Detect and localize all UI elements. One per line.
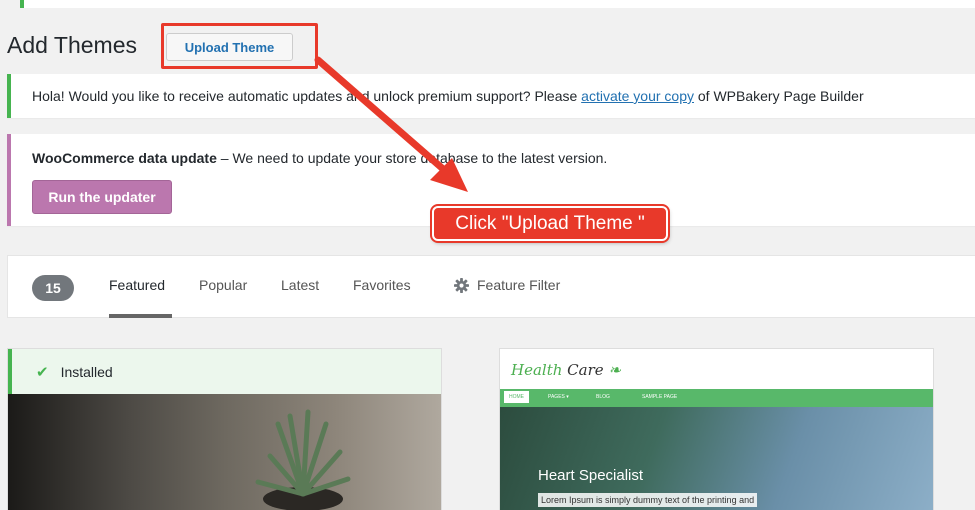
plant-icon [255,409,351,510]
theme-nav-bar: HOME PAGES ▾ BLOG SAMPLE PAGE [500,389,933,407]
check-icon: ✔ [36,363,49,381]
health-care-logo: Health Care ❧ [511,361,621,379]
installed-banner: ✔ Installed [8,349,441,394]
hero-text: Lorem Ipsum is simply dummy text of the … [538,493,758,507]
theme-nav-item: SAMPLE PAGE [642,394,678,400]
tab-featured[interactable]: Featured [109,277,165,293]
logo-care: Care [567,361,604,379]
hero-title: Heart Specialist [538,467,644,484]
gear-icon [454,278,469,293]
theme-screenshot-plant [8,394,441,510]
theme-filter-bar: 15 Featured Popular Latest Favorites Fea… [7,255,975,318]
theme-nav-item: HOME [504,391,529,403]
active-tab-indicator [109,314,172,318]
theme-card-installed[interactable]: ✔ Installed [7,348,442,510]
feature-filter-button[interactable]: Feature Filter [477,277,560,293]
tab-popular[interactable]: Popular [199,277,247,293]
theme-card-health-care[interactable]: Health Care ❧ HOME PAGES ▾ BLOG SAMPLE P… [499,348,934,510]
leaf-icon: ❧ [608,361,621,379]
logo-health: Health [511,361,563,379]
installed-label: Installed [60,363,113,380]
tab-favorites[interactable]: Favorites [353,277,411,293]
theme-count-badge: 15 [32,275,74,301]
theme-nav-item: BLOG [596,394,610,400]
annotation-callout: Click "Upload Theme " [432,206,668,241]
theme-nav-item: PAGES ▾ [548,394,569,400]
tab-latest[interactable]: Latest [281,277,319,293]
